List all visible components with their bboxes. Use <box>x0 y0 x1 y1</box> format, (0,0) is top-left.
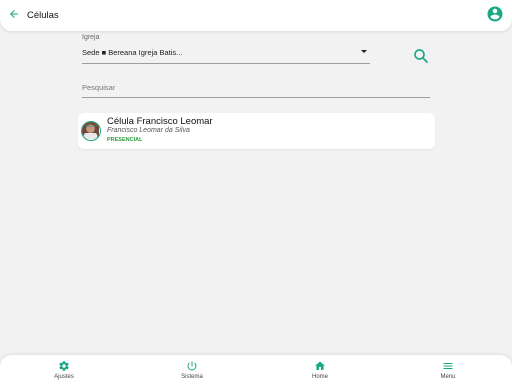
nav-item-menu[interactable]: Menu <box>408 355 488 384</box>
home-icon <box>315 361 325 370</box>
account-circle-icon <box>487 6 503 22</box>
nav-label-sistema: Sistema <box>181 374 203 380</box>
page-title: Células <box>27 10 59 21</box>
caret-down-icon <box>361 50 367 53</box>
nav-label-menu: Menu <box>440 374 456 380</box>
arrow-left-icon <box>10 10 18 18</box>
status-badge: PRESENCIAL <box>107 137 143 143</box>
nav-item-home[interactable]: Home <box>280 355 360 384</box>
back-button[interactable] <box>6 6 22 22</box>
power-icon <box>187 361 197 371</box>
app-bar: Células <box>0 0 512 31</box>
cell-leader: Francisco Leomar da Silva <box>107 127 190 134</box>
bottom-nav: Ajustes Sistema Home Menu <box>0 355 512 384</box>
cell-title: Célula Francisco Leomar <box>107 116 213 127</box>
nav-item-ajustes[interactable]: Ajustes <box>24 355 104 384</box>
gear-icon <box>59 361 69 371</box>
nav-label-home: Home <box>311 374 328 380</box>
search-placeholder: Pesquisar <box>82 83 116 92</box>
church-select-label: Igreja <box>82 34 100 41</box>
nav-item-sistema[interactable]: Sistema <box>152 355 232 384</box>
church-select-value: Sede ■ Bereana Igreja Batis... <box>82 48 183 57</box>
list-item[interactable]: Célula Francisco Leomar Francisco Leomar… <box>78 113 435 149</box>
search-icon <box>414 49 428 63</box>
avatar <box>81 121 101 141</box>
menu-icon <box>443 363 453 369</box>
account-button[interactable] <box>486 5 504 23</box>
search-button[interactable] <box>412 47 430 65</box>
search-input[interactable]: Pesquisar <box>82 80 430 98</box>
nav-label-ajustes: Ajustes <box>54 374 74 380</box>
church-select[interactable]: Sede ■ Bereana Igreja Batis... <box>82 44 370 64</box>
